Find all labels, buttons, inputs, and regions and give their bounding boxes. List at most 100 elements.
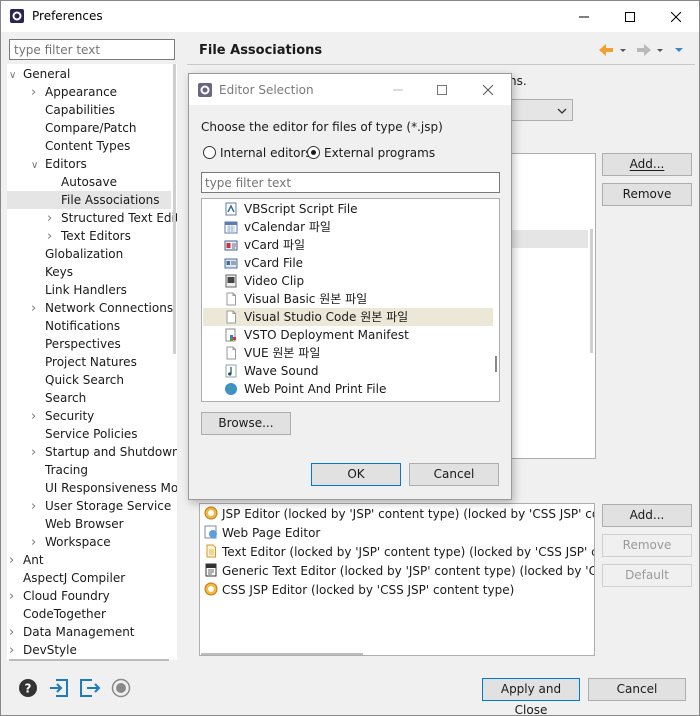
tree-item[interactable]: File Associations (7, 191, 171, 209)
tree-item[interactable]: ∨ General (9, 65, 70, 83)
dialog-cancel-button[interactable]: Cancel (409, 463, 499, 486)
tree-item[interactable]: Perspectives (31, 335, 121, 353)
tree-item[interactable]: Service Policies (31, 425, 138, 443)
program-row[interactable]: Wave Sound (203, 362, 493, 380)
tree-item[interactable]: Web Browser (31, 515, 124, 533)
file-types-scrollbar[interactable] (590, 229, 593, 353)
chevron-right-icon[interactable]: › (9, 588, 23, 606)
tree-item[interactable]: › Data Management (9, 623, 135, 641)
chevron-right-icon[interactable]: › (9, 642, 23, 660)
tree-item[interactable]: › Network Connections (31, 299, 173, 317)
default-editor-button[interactable]: Default (602, 564, 692, 587)
add-file-type-button[interactable]: Add... (602, 153, 692, 176)
tree-item[interactable]: UI Responsiveness Mor (31, 479, 177, 497)
program-row[interactable]: vCalendar 파일 (203, 218, 493, 236)
program-row-selected[interactable]: Visual Studio Code 원본 파일 (203, 308, 493, 326)
tree-item[interactable]: › Security (31, 407, 94, 425)
internal-editors-radio[interactable]: Internal editors (203, 145, 312, 161)
tree-item[interactable]: › Appearance (31, 83, 117, 101)
chevron-right-icon[interactable]: › (47, 228, 61, 246)
dialog-maximize-button[interactable] (419, 74, 465, 105)
chevron-right-icon[interactable]: › (31, 408, 45, 426)
program-row[interactable]: vCard 파일 (203, 236, 493, 254)
forward-arrow-icon[interactable] (637, 44, 651, 56)
tree-item[interactable]: Project Natures (31, 353, 137, 371)
back-menu-chevron-icon[interactable] (620, 49, 626, 52)
tree-item[interactable]: Content Types (31, 137, 130, 155)
chevron-right-icon[interactable]: › (9, 624, 23, 642)
file-types-list[interactable] (511, 153, 596, 459)
tree-item[interactable]: Keys (31, 263, 73, 281)
tree-item[interactable]: CodeTogether (9, 605, 106, 623)
close-button[interactable] (653, 1, 699, 32)
editor-row[interactable]: JSP Editor (locked by 'JSP' content type… (204, 505, 594, 524)
tree-item[interactable]: Notifications (31, 317, 120, 335)
tree-item[interactable]: Globalization (31, 245, 123, 263)
associated-editors-list[interactable]: JSP Editor (locked by 'JSP' content type… (199, 503, 595, 656)
editors-horizontal-scrollbar[interactable] (201, 653, 363, 655)
tree-item[interactable]: Capabilities (31, 101, 115, 119)
remove-editor-button[interactable]: Remove (602, 534, 692, 557)
chevron-right-icon[interactable]: › (31, 498, 45, 516)
preferences-filter-input[interactable] (9, 39, 175, 60)
forward-menu-chevron-icon[interactable] (657, 49, 663, 52)
program-row[interactable]: Visual Basic 원본 파일 (203, 290, 493, 308)
tree-item[interactable]: Search (31, 389, 86, 407)
browse-button[interactable]: Browse... (201, 412, 291, 435)
chevron-down-icon[interactable]: ∨ (9, 67, 23, 85)
record-icon[interactable] (110, 677, 132, 699)
external-programs-radio[interactable]: External programs (307, 145, 435, 161)
file-type-row-selected[interactable] (511, 230, 588, 248)
chevron-right-icon[interactable]: › (31, 300, 45, 318)
program-row[interactable]: VBScript Script File (203, 200, 493, 218)
tree-item[interactable]: › Structured Text Edit (47, 209, 177, 227)
help-icon[interactable]: ? (17, 677, 39, 699)
export-icon[interactable] (79, 677, 101, 699)
back-arrow-icon[interactable] (599, 44, 613, 56)
preferences-tree[interactable]: ∨ General › Appearance Capabilities Compare/P… (7, 64, 177, 660)
tree-item[interactable]: › DevStyle (9, 641, 77, 659)
external-programs-list[interactable]: VBScript Script File vCalendar 파일 vCard 파일… (201, 198, 500, 402)
minimize-button[interactable] (561, 1, 607, 32)
tree-horizontal-scrollbar[interactable] (9, 659, 169, 661)
editor-row[interactable]: CSS JSP Editor (locked by 'CSS JSP' cont… (204, 581, 514, 600)
tree-item[interactable]: Quick Search (31, 371, 124, 389)
program-row[interactable]: Video Clip (203, 272, 493, 290)
tree-item[interactable]: Link Handlers (31, 281, 127, 299)
chevron-right-icon[interactable]: › (31, 84, 45, 102)
chevron-right-icon[interactable]: › (31, 444, 45, 462)
tree-item[interactable]: Tracing (31, 461, 88, 479)
cancel-button[interactable]: Cancel (588, 678, 686, 701)
dialog-close-button[interactable] (465, 74, 511, 105)
dialog-minimize-button[interactable] (375, 74, 421, 105)
content-type-dropdown[interactable] (511, 99, 573, 121)
apply-and-close-button[interactable]: Apply and Close (482, 678, 580, 716)
program-row[interactable]: vCard File (203, 254, 493, 272)
editor-row[interactable]: Web Page Editor (204, 524, 320, 543)
program-row[interactable]: VUE 원본 파일 (203, 344, 493, 362)
program-row[interactable]: VSTO Deployment Manifest (203, 326, 493, 344)
tree-scrollbar[interactable] (173, 64, 176, 354)
editor-row[interactable]: Generic Text Editor (locked by 'JSP' con… (204, 562, 594, 581)
maximize-button[interactable] (607, 1, 653, 32)
tree-item[interactable]: › Text Editors (47, 227, 131, 245)
tree-item[interactable]: › Cloud Foundry (9, 587, 110, 605)
tree-item[interactable]: Autosave (47, 173, 117, 191)
tree-item[interactable]: ∨ Editors (31, 155, 87, 173)
tree-item[interactable]: › Ant (9, 551, 44, 569)
tree-item[interactable]: › User Storage Service (31, 497, 171, 515)
ok-button[interactable]: OK (311, 463, 401, 486)
tree-item[interactable]: AspectJ Compiler (9, 569, 125, 587)
program-row[interactable]: Web Point And Print File (203, 380, 493, 398)
programs-scrollbar[interactable] (495, 356, 497, 372)
tree-item[interactable]: › Workspace (31, 533, 111, 551)
chevron-right-icon[interactable]: › (9, 552, 23, 570)
view-menu-icon[interactable] (675, 48, 683, 52)
tree-item[interactable]: Compare/Patch (31, 119, 136, 137)
editor-row[interactable]: Text Editor (locked by 'JSP' content typ… (204, 543, 594, 562)
chevron-down-icon[interactable]: ∨ (31, 157, 45, 175)
chevron-right-icon[interactable]: › (47, 210, 61, 228)
chevron-right-icon[interactable]: › (31, 534, 45, 552)
add-editor-button[interactable]: Add... (602, 504, 692, 527)
remove-file-type-button[interactable]: Remove (602, 183, 692, 206)
